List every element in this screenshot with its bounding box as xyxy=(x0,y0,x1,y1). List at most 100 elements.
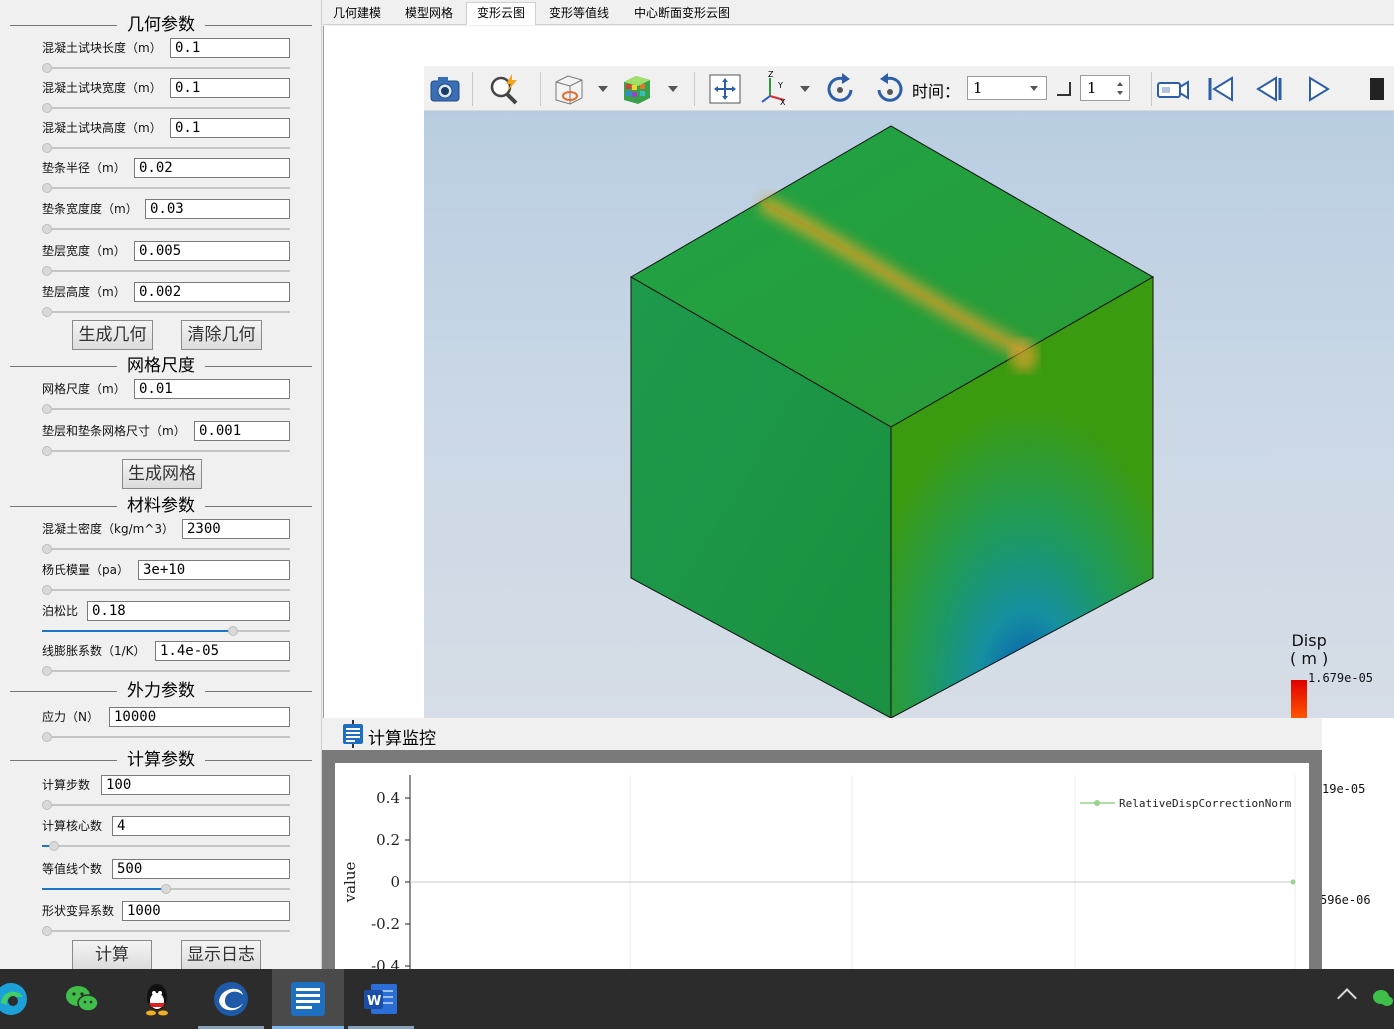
slider-thumb[interactable] xyxy=(42,307,52,317)
mesh-param-slider[interactable] xyxy=(42,404,290,414)
tab-deformation-isolines[interactable]: 变形等值线 xyxy=(539,3,619,25)
compute-param-slider[interactable] xyxy=(42,884,290,894)
geometry-param-input[interactable]: 0.002 xyxy=(134,282,290,302)
compute-param-input[interactable]: 100 xyxy=(101,775,290,795)
slider-thumb[interactable] xyxy=(49,841,60,851)
geometry-param-slider[interactable] xyxy=(42,63,290,73)
color-map-icon[interactable] xyxy=(618,70,656,108)
first-frame-icon[interactable] xyxy=(1202,70,1240,108)
compute-param-input[interactable]: 1000 xyxy=(122,901,290,921)
material-param-slider[interactable] xyxy=(42,544,290,554)
geometry-param-input[interactable]: 0.005 xyxy=(134,241,290,261)
camera-icon[interactable] xyxy=(426,70,464,108)
generate-mesh-button[interactable]: 生成网格 xyxy=(122,459,202,489)
force-param-input[interactable]: 10000 xyxy=(109,707,290,727)
play-icon[interactable] xyxy=(1300,70,1338,108)
compute-param-slider[interactable] xyxy=(42,926,290,936)
slider-thumb[interactable] xyxy=(42,926,52,936)
tab-model-mesh[interactable]: 模型网格 xyxy=(395,3,463,25)
edge-app[interactable] xyxy=(0,969,44,1029)
edge-icon xyxy=(0,983,27,1015)
material-param-slider[interactable] xyxy=(42,666,290,676)
rotate-ccw-icon[interactable] xyxy=(870,70,908,108)
slider-track xyxy=(42,845,290,847)
deformation-render-view[interactable] xyxy=(424,111,1394,718)
geometry-param-slider[interactable] xyxy=(42,143,290,153)
axes-icon[interactable]: ZYX xyxy=(756,70,794,108)
slider-thumb[interactable] xyxy=(42,732,52,742)
tab-deformation-contour[interactable]: 变形云图 xyxy=(466,2,537,25)
slider-thumb[interactable] xyxy=(227,626,238,636)
monitor-tab[interactable]: 计算监控 xyxy=(338,720,436,749)
slider-thumb[interactable] xyxy=(42,585,52,595)
slider-thumb[interactable] xyxy=(42,800,52,810)
spin-down-icon[interactable] xyxy=(1117,91,1123,95)
prev-frame-icon[interactable] xyxy=(1250,70,1288,108)
geometry-param-slider[interactable] xyxy=(42,266,290,276)
slider-thumb[interactable] xyxy=(42,266,52,276)
rotate-cw-icon[interactable] xyxy=(822,70,860,108)
fit-view-icon[interactable] xyxy=(706,70,744,108)
mesh-param-input[interactable]: 0.01 xyxy=(134,379,290,399)
generate-geometry-button[interactable]: 生成几何 xyxy=(72,320,153,350)
cube-view-icon[interactable] xyxy=(550,70,588,108)
geometry-param-input[interactable]: 0.1 xyxy=(170,118,290,138)
material-param-label: 杨氏模量（pa） xyxy=(42,563,129,577)
overflow-arrow-icon[interactable] xyxy=(1370,78,1384,100)
tray-wechat-icon[interactable] xyxy=(1372,987,1394,1009)
mesh-param-slider[interactable] xyxy=(42,446,290,456)
clear-geometry-button[interactable]: 清除几何 xyxy=(181,320,262,350)
colorbar-title-line1: Disp xyxy=(1291,631,1327,650)
geometry-param-label: 垫条半径（m） xyxy=(42,161,126,175)
slider-track xyxy=(42,187,290,189)
compute-param-slider[interactable] xyxy=(42,800,290,810)
material-param-slider[interactable] xyxy=(42,626,290,636)
geometry-param-input[interactable]: 0.1 xyxy=(170,78,290,98)
geometry-param-slider[interactable] xyxy=(42,307,290,317)
geometry-param-slider[interactable] xyxy=(42,224,290,234)
colorbar-title: Disp( m ) xyxy=(1290,632,1328,668)
material-param-input[interactable]: 0.18 xyxy=(87,601,290,621)
slider-thumb[interactable] xyxy=(42,666,52,676)
word-app[interactable]: W xyxy=(348,969,414,1029)
tray-expand-icon[interactable] xyxy=(1337,988,1357,1008)
geometry-param-slider[interactable] xyxy=(42,103,290,113)
geometry-param-input[interactable]: 0.03 xyxy=(145,199,290,219)
material-param-input[interactable]: 2300 xyxy=(182,519,290,539)
geometry-param-slider[interactable] xyxy=(42,183,290,193)
spin-up-icon[interactable] xyxy=(1117,82,1123,86)
compute-param-input[interactable]: 4 xyxy=(112,816,290,836)
slider-thumb[interactable] xyxy=(42,183,52,193)
material-param-input[interactable]: 1.4e-05 xyxy=(155,641,290,661)
slider-thumb[interactable] xyxy=(161,884,171,894)
record-icon[interactable] xyxy=(1154,70,1192,108)
qq-app[interactable] xyxy=(124,969,190,1029)
step-spinbox[interactable]: 1 xyxy=(1080,75,1130,101)
geometry-param-input[interactable]: 0.02 xyxy=(134,158,290,178)
geometry-param-input[interactable]: 0.1 xyxy=(170,38,290,58)
slider-thumb[interactable] xyxy=(42,63,52,73)
tab-geometry-modeling[interactable]: 几何建模 xyxy=(323,3,391,25)
series-point xyxy=(1290,879,1296,885)
slider-thumb[interactable] xyxy=(42,544,52,554)
slider-thumb[interactable] xyxy=(42,404,52,414)
slider-thumb[interactable] xyxy=(42,143,52,153)
force-param-slider[interactable] xyxy=(42,732,290,742)
slider-thumb[interactable] xyxy=(42,224,52,234)
table-app[interactable] xyxy=(272,969,344,1029)
mesh-param-input[interactable]: 0.001 xyxy=(194,421,290,441)
step-checkbox[interactable] xyxy=(1057,82,1071,96)
slider-thumb[interactable] xyxy=(42,103,52,113)
run-compute-button[interactable]: 计算 xyxy=(72,940,152,969)
wechat-app[interactable] xyxy=(49,969,115,1029)
compute-param-slider[interactable] xyxy=(42,841,290,851)
time-select[interactable]: 1 xyxy=(967,76,1047,100)
material-param-slider[interactable] xyxy=(42,585,290,595)
material-param-input[interactable]: 3e+10 xyxy=(138,560,290,580)
swirl-app[interactable] xyxy=(198,969,264,1029)
show-log-button[interactable]: 显示日志 xyxy=(181,940,261,969)
slider-thumb[interactable] xyxy=(42,446,52,456)
tab-center-section-contour[interactable]: 中心断面变形云图 xyxy=(624,3,740,25)
zoom-icon[interactable] xyxy=(486,70,524,108)
compute-param-input[interactable]: 500 xyxy=(112,859,290,879)
